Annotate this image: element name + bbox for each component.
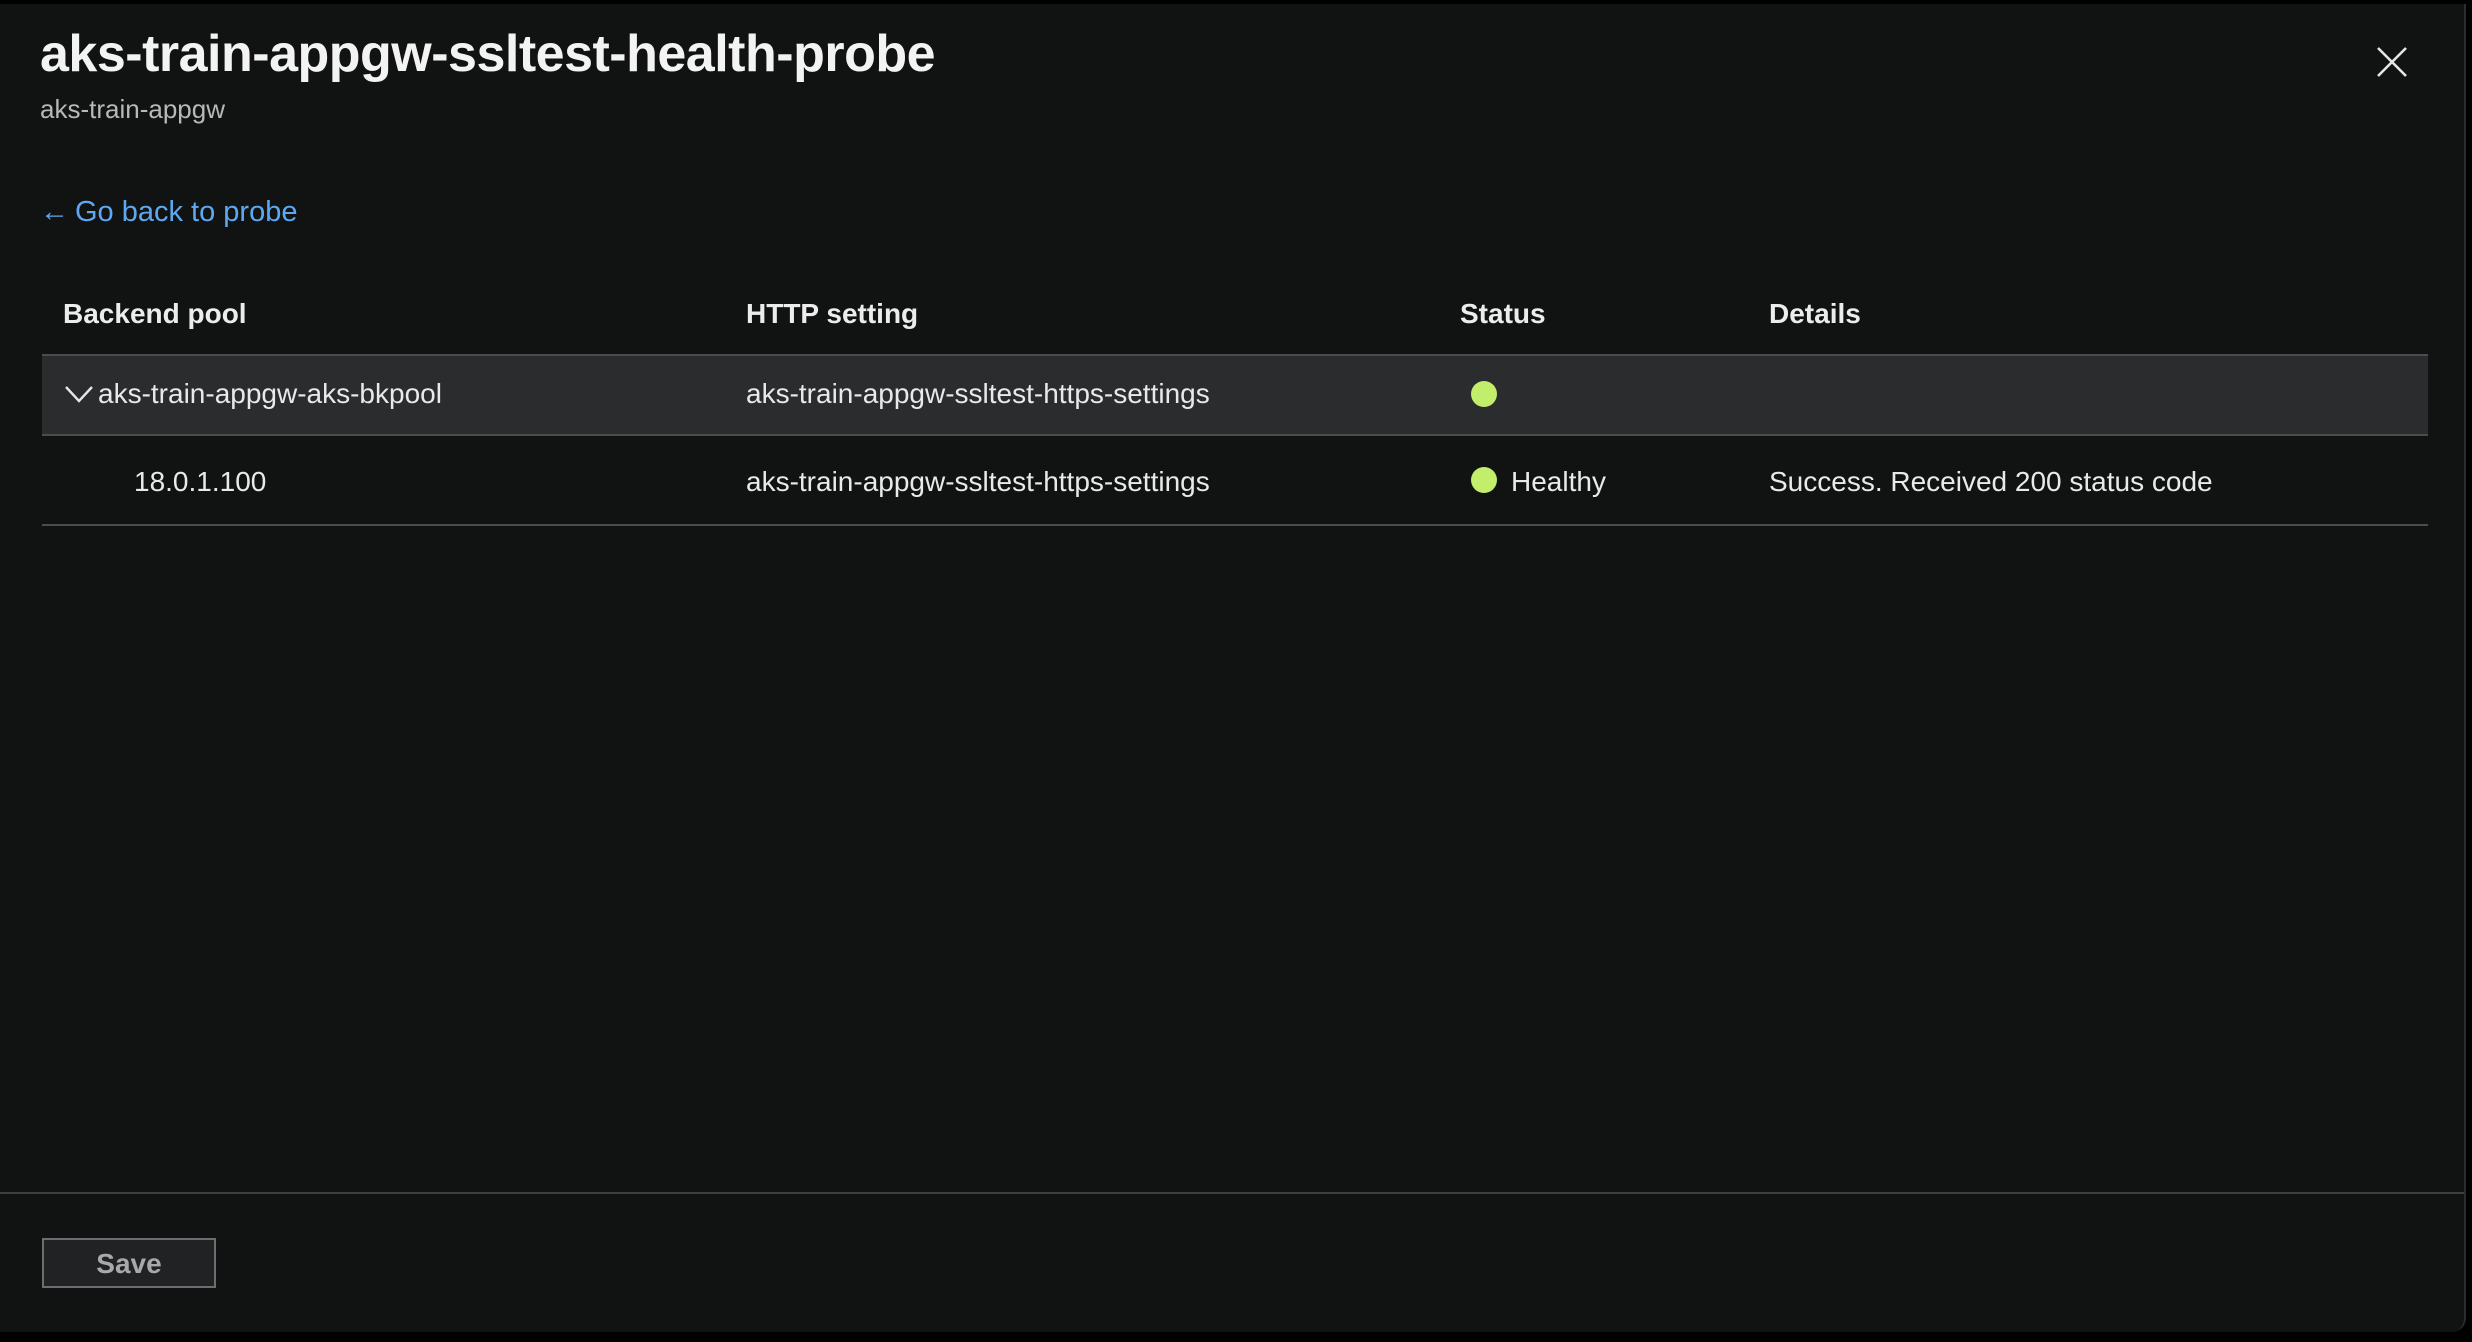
details-text: Success. Received 200 status code bbox=[1769, 466, 2213, 497]
column-header-backend-pool[interactable]: Backend pool bbox=[63, 298, 247, 330]
close-icon bbox=[2377, 47, 2407, 77]
backend-pool-group-row[interactable]: aks-train-appgw-aks-bkpool aks-train-app… bbox=[42, 356, 2428, 436]
column-header-details[interactable]: Details bbox=[1769, 298, 1861, 330]
expand-collapse-toggle[interactable] bbox=[64, 382, 94, 406]
health-probe-panel: aks-train-appgw-ssltest-health-probe aks… bbox=[0, 4, 2466, 1332]
go-back-to-probe-link[interactable]: ← Go back to probe bbox=[40, 196, 297, 229]
arrow-left-icon: ← bbox=[40, 196, 69, 228]
backend-server-address: 18.0.1.100 bbox=[134, 466, 267, 497]
backend-pool-name: aks-train-appgw-aks-bkpool bbox=[98, 378, 442, 409]
status-healthy-dot bbox=[1471, 381, 1497, 407]
http-setting-name: aks-train-appgw-ssltest-https-settings bbox=[746, 466, 1210, 497]
chevron-down-icon bbox=[65, 386, 93, 403]
backend-health-table: Backend pool HTTP setting Status Details… bbox=[42, 276, 2428, 526]
page-subtitle: aks-train-appgw bbox=[40, 94, 225, 124]
status-text: Healthy bbox=[1511, 466, 1606, 497]
column-header-status[interactable]: Status bbox=[1460, 298, 1546, 330]
table-header-row: Backend pool HTTP setting Status Details bbox=[42, 276, 2428, 356]
column-header-http-setting[interactable]: HTTP setting bbox=[746, 298, 918, 330]
close-button[interactable] bbox=[2370, 40, 2414, 84]
page-title: aks-train-appgw-ssltest-health-probe bbox=[40, 25, 936, 83]
status-healthy-dot bbox=[1471, 467, 1497, 493]
table-row[interactable]: 18.0.1.100 aks-train-appgw-ssltest-https… bbox=[42, 436, 2428, 526]
go-back-label: Go back to probe bbox=[75, 196, 298, 228]
footer-divider bbox=[0, 1192, 2464, 1194]
http-setting-name: aks-train-appgw-ssltest-https-settings bbox=[746, 378, 1210, 409]
save-button[interactable]: Save bbox=[42, 1238, 216, 1288]
